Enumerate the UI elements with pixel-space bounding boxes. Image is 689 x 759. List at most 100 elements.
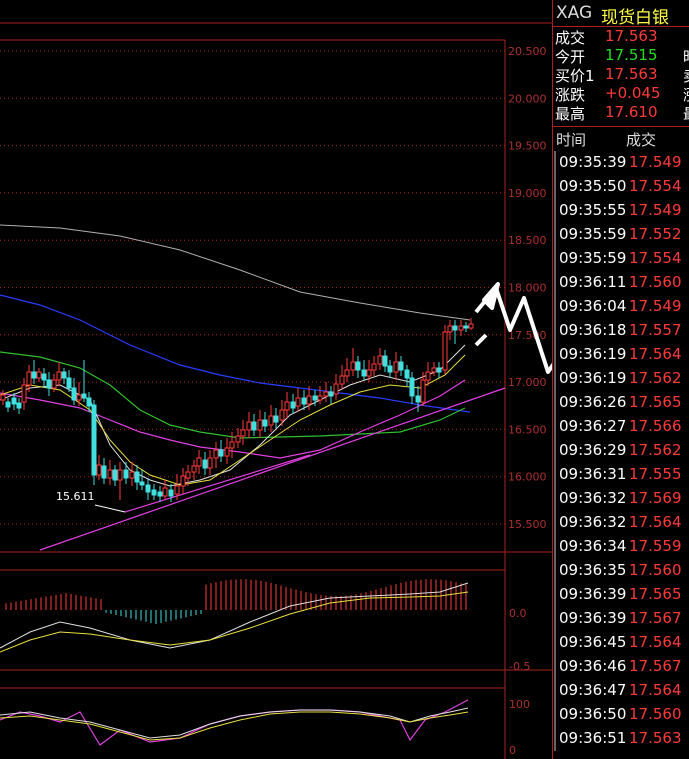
candle-body — [468, 323, 474, 329]
tick-row[interactable]: 09:36:31 17.555 — [554, 463, 689, 487]
candle-body — [224, 447, 230, 457]
candle-body — [41, 373, 47, 381]
tick-row[interactable]: 09:36:32 17.569 — [554, 487, 689, 511]
candle-body — [218, 449, 224, 457]
candle-body — [355, 361, 361, 371]
candle-body — [11, 397, 17, 405]
candle-body — [26, 371, 32, 386]
macd-axis-neg: -0.5 — [509, 660, 530, 673]
tick-price: 17.557 — [629, 321, 682, 339]
quote-value: 17.563 — [605, 27, 658, 45]
tick-price: 17.564 — [629, 681, 682, 699]
candle-body — [350, 361, 356, 371]
tick-time: 09:36:19 — [559, 369, 627, 387]
candle-body — [213, 449, 219, 459]
tick-time: 09:36:29 — [559, 441, 627, 459]
tick-row[interactable]: 09:36:46 17.567 — [554, 655, 689, 679]
tick-row[interactable]: 09:36:27 17.566 — [554, 415, 689, 439]
tick-row[interactable]: 09:36:50 17.560 — [554, 703, 689, 727]
candle-body — [56, 371, 62, 381]
quote-label: 最高 — [555, 105, 586, 123]
quote-row: 成交 17.563 — [553, 27, 689, 47]
candle-body — [0, 394, 6, 401]
price-axis-label: 19.500 — [508, 140, 547, 153]
tick-price: 17.559 — [629, 537, 682, 555]
quote-row: 今开 17.515 昨 — [553, 46, 689, 66]
tick-price: 17.549 — [629, 297, 682, 315]
tick-price: 17.567 — [629, 657, 682, 675]
candle-body — [404, 369, 410, 379]
candle-body — [145, 484, 151, 493]
tick-price: 17.565 — [629, 585, 682, 603]
candle-body — [463, 325, 469, 329]
tick-price: 17.566 — [629, 417, 682, 435]
tick-row[interactable]: 09:36:19 17.562 — [554, 367, 689, 391]
tick-row[interactable]: 09:36:04 17.549 — [554, 295, 689, 319]
candle-body — [447, 325, 453, 333]
candle-body — [117, 469, 123, 481]
candle-body — [66, 377, 72, 389]
ticks-header-price: 成交 — [626, 131, 657, 149]
candle-body — [51, 379, 57, 389]
candle-body — [61, 371, 67, 379]
tick-time: 09:36:32 — [559, 513, 627, 531]
tick-price: 17.554 — [629, 249, 682, 267]
tick-row[interactable]: 09:36:39 17.565 — [554, 583, 689, 607]
candle-body — [458, 325, 464, 331]
candle-body — [452, 325, 458, 331]
tick-time: 09:36:39 — [559, 609, 627, 627]
candle-body — [409, 377, 415, 397]
candle-body — [333, 383, 339, 395]
ticks-list[interactable]: 09:35:39 17.549 09:35:50 17.554 09:35:55 17.5… — [553, 151, 689, 751]
candle-body — [366, 369, 372, 377]
tick-row[interactable]: 09:36:35 17.560 — [554, 559, 689, 583]
candle-body — [134, 471, 140, 483]
tick-row[interactable]: 09:35:59 17.554 — [554, 247, 689, 271]
ticks-header-time: 时间 — [556, 131, 587, 149]
tick-row[interactable]: 09:36:29 17.562 — [554, 439, 689, 463]
candle-body — [96, 464, 102, 476]
candle-body — [36, 371, 42, 379]
quote-row: 涨跌 +0.045 涨 — [553, 84, 689, 104]
tick-time: 09:36:27 — [559, 417, 627, 435]
candle-body — [328, 391, 334, 397]
quote-cut-label: 最 — [683, 103, 689, 124]
tick-price: 17.560 — [629, 273, 682, 291]
tick-row[interactable]: 09:36:32 17.564 — [554, 511, 689, 535]
candle-body — [86, 397, 92, 407]
quote-label: 买价1 — [555, 67, 595, 85]
quote-panel: XAG 现货白银 成交 17.563 今开 17.515 昨买价1 17.563 卖涨跌 +0… — [552, 0, 689, 759]
tick-row[interactable]: 09:36:39 17.567 — [554, 607, 689, 631]
tick-price: 17.562 — [629, 369, 682, 387]
candlestick-chart[interactable]: 20.500 20.000 19.500 19.000 18.500 18.000 17.5… — [0, 0, 552, 759]
candle-body — [235, 435, 241, 443]
tick-row[interactable]: 09:36:47 17.564 — [554, 679, 689, 703]
tick-row[interactable]: 09:36:11 17.560 — [554, 271, 689, 295]
tick-row[interactable]: 09:35:59 17.552 — [554, 223, 689, 247]
candle-body — [196, 457, 202, 467]
candle-body — [273, 415, 279, 423]
candle-body — [377, 355, 383, 365]
tick-row[interactable]: 09:36:51 17.563 — [554, 727, 689, 751]
candle-body — [301, 397, 307, 405]
candle-body — [382, 355, 388, 367]
tick-row[interactable]: 09:35:55 17.549 — [554, 199, 689, 223]
candle-body — [21, 384, 27, 403]
price-axis-label: 19.000 — [508, 187, 547, 200]
price-axis-label: 18.000 — [508, 282, 547, 295]
candle-body — [312, 395, 318, 401]
quote-value: 17.610 — [605, 103, 658, 121]
tick-row[interactable]: 09:36:26 17.565 — [554, 391, 689, 415]
candle-body — [107, 469, 113, 479]
tick-price: 17.569 — [629, 489, 682, 507]
tick-row[interactable]: 09:35:39 17.549 — [554, 151, 689, 175]
tick-time: 09:36:45 — [559, 633, 627, 651]
tick-row[interactable]: 09:36:45 17.564 — [554, 631, 689, 655]
candle-body — [185, 471, 191, 479]
low-marker: 15.611 — [56, 490, 95, 503]
candle-body — [207, 457, 213, 469]
tick-row[interactable]: 09:36:18 17.557 — [554, 319, 689, 343]
tick-row[interactable]: 09:35:50 17.554 — [554, 175, 689, 199]
tick-row[interactable]: 09:36:34 17.559 — [554, 535, 689, 559]
tick-row[interactable]: 09:36:19 17.564 — [554, 343, 689, 367]
